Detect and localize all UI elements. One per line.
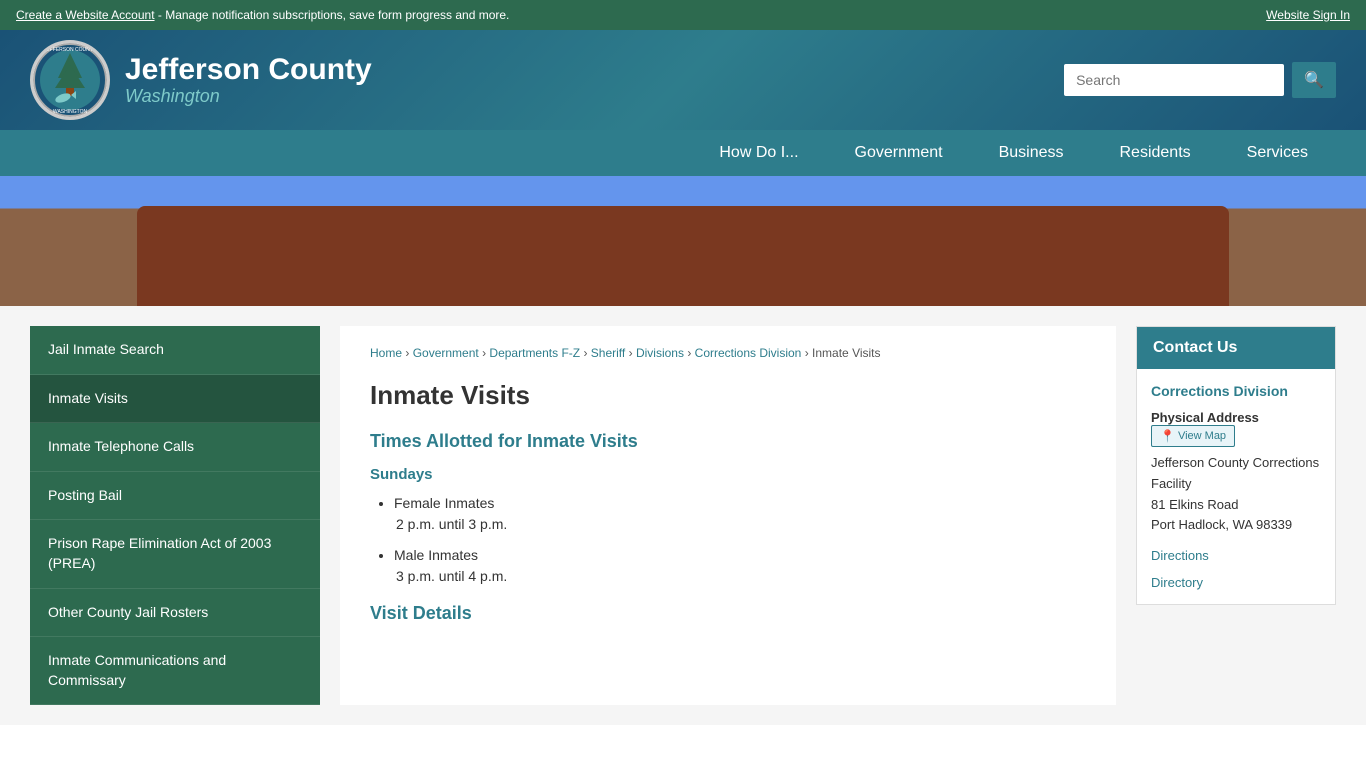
list-item: Male Inmates 3 p.m. until 4 p.m.: [394, 545, 1086, 587]
org-subtitle: Washington: [125, 86, 372, 107]
breadcrumb: Home › Government › Departments F-Z › Sh…: [370, 346, 1086, 360]
org-name: Jefferson County: [125, 53, 372, 86]
top-bar-left: Create a Website Account - Manage notifi…: [16, 8, 509, 22]
logo-svg: JEFFERSON COUNTY WASHINGTON: [33, 43, 107, 117]
breadcrumb-sheriff[interactable]: Sheriff: [591, 346, 625, 360]
view-map-button[interactable]: 📍 View Map: [1151, 425, 1235, 447]
visit-time-male: 3 p.m. until 4 p.m.: [394, 566, 1086, 587]
sidebar-item-other-county-jail-rosters[interactable]: Other County Jail Rosters: [30, 589, 320, 638]
visit-type-female: Female Inmates: [394, 495, 494, 511]
nav-item-government[interactable]: Government: [827, 130, 971, 176]
sidebar: Jail Inmate Search Inmate Visits Inmate …: [30, 326, 320, 705]
sidebar-item-inmate-communications[interactable]: Inmate Communications and Commissary: [30, 637, 320, 705]
header: JEFFERSON COUNTY WASHINGTON Jefferson Co…: [0, 30, 1366, 130]
directory-link[interactable]: Directory: [1151, 575, 1321, 590]
search-area: 🔍: [1064, 62, 1336, 98]
logo-area: JEFFERSON COUNTY WASHINGTON Jefferson Co…: [30, 40, 372, 120]
sidebar-item-inmate-visits[interactable]: Inmate Visits: [30, 375, 320, 424]
logo-text-area: Jefferson County Washington: [125, 53, 372, 107]
content-area: Home › Government › Departments F-Z › Sh…: [340, 326, 1116, 705]
sundays-heading: Sundays: [370, 466, 1086, 483]
visit-type-male: Male Inmates: [394, 547, 478, 563]
nav-item-how-do-i[interactable]: How Do I...: [691, 130, 826, 176]
nav-item-business[interactable]: Business: [971, 130, 1092, 176]
breadcrumb-divisions[interactable]: Divisions: [636, 346, 684, 360]
address-section: Physical Address 📍 View Map: [1151, 409, 1321, 447]
sidebar-item-inmate-telephone-calls[interactable]: Inmate Telephone Calls: [30, 423, 320, 472]
hero-image: [0, 176, 1366, 306]
search-button[interactable]: 🔍: [1292, 62, 1336, 98]
main-content: Jail Inmate Search Inmate Visits Inmate …: [0, 306, 1366, 725]
division-name: Corrections Division: [1151, 383, 1321, 399]
logo-circle: JEFFERSON COUNTY WASHINGTON: [30, 40, 110, 120]
contact-box: Contact Us Corrections Division Physical…: [1136, 326, 1336, 605]
top-bar: Create a Website Account - Manage notifi…: [0, 0, 1366, 30]
directions-link[interactable]: Directions: [1151, 548, 1321, 563]
svg-text:JEFFERSON COUNTY: JEFFERSON COUNTY: [44, 47, 97, 53]
list-item: Female Inmates 2 p.m. until 3 p.m.: [394, 493, 1086, 535]
address-text: Jefferson County Corrections Facility 81…: [1151, 453, 1321, 536]
contact-header: Contact Us: [1137, 327, 1335, 369]
search-input[interactable]: [1064, 64, 1284, 96]
sidebar-item-prea[interactable]: Prison Rape Elimination Act of 2003 (PRE…: [30, 520, 320, 588]
sidebar-item-jail-inmate-search[interactable]: Jail Inmate Search: [30, 326, 320, 375]
svg-text:WASHINGTON: WASHINGTON: [53, 109, 88, 115]
breadcrumb-corrections[interactable]: Corrections Division: [695, 346, 802, 360]
nav-item-services[interactable]: Services: [1219, 130, 1336, 176]
section-heading-times: Times Allotted for Inmate Visits: [370, 431, 1086, 452]
right-sidebar: Contact Us Corrections Division Physical…: [1136, 326, 1336, 705]
contact-body: Corrections Division Physical Address 📍 …: [1137, 369, 1335, 604]
section-heading-details: Visit Details: [370, 603, 1086, 624]
map-pin-icon: 📍: [1160, 429, 1175, 443]
create-account-link[interactable]: Create a Website Account: [16, 8, 155, 22]
breadcrumb-current: Inmate Visits: [812, 346, 880, 360]
nav-item-residents[interactable]: Residents: [1091, 130, 1218, 176]
address-label: Physical Address: [1151, 410, 1259, 425]
visit-time-female: 2 p.m. until 3 p.m.: [394, 514, 1086, 535]
main-nav: How Do I... Government Business Resident…: [0, 130, 1366, 176]
page-title: Inmate Visits: [370, 380, 1086, 411]
breadcrumb-departments[interactable]: Departments F-Z: [489, 346, 580, 360]
sidebar-item-posting-bail[interactable]: Posting Bail: [30, 472, 320, 521]
sign-in-link[interactable]: Website Sign In: [1266, 8, 1350, 22]
breadcrumb-government[interactable]: Government: [413, 346, 479, 360]
breadcrumb-home[interactable]: Home: [370, 346, 402, 360]
visit-list: Female Inmates 2 p.m. until 3 p.m. Male …: [370, 493, 1086, 587]
